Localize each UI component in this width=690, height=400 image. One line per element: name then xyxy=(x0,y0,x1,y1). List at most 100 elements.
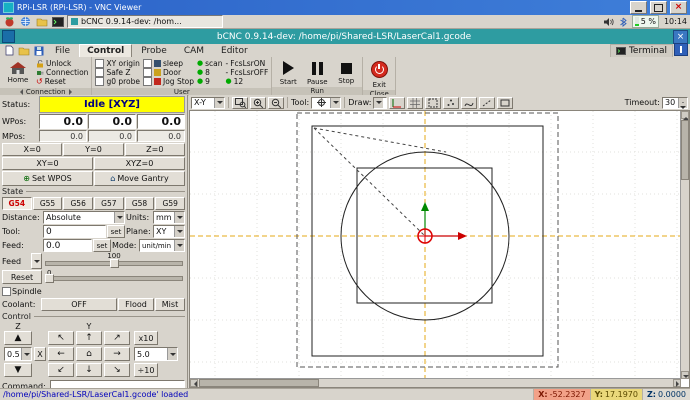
mode-combo[interactable]: unit/min xyxy=(139,239,185,252)
wcs-g59-button[interactable]: G59 xyxy=(155,197,185,210)
spindle-speed-slider[interactable]: 0 xyxy=(43,270,185,284)
scroll-down-button[interactable] xyxy=(681,371,689,379)
open-folder-icon[interactable] xyxy=(17,45,31,56)
jog-y-plus-button[interactable]: ↑ xyxy=(76,331,102,345)
jog-down-left-button[interactable]: ↙ xyxy=(48,363,74,377)
distance-combo[interactable]: Absolute xyxy=(43,211,125,224)
macro-fcslsroff-button[interactable]: -FcsLsrOFF xyxy=(226,68,269,77)
feed-override-dropdown[interactable] xyxy=(31,253,42,269)
bcnc-close-button[interactable]: × xyxy=(673,30,688,44)
wcs-g57-button[interactable]: G57 xyxy=(94,197,124,210)
stop-button[interactable]: Stop xyxy=(333,58,359,86)
toggle-probe-button[interactable] xyxy=(443,97,459,109)
macro-12-button[interactable]: ●12 xyxy=(226,77,269,86)
jog-stop-checkbox[interactable]: Jog Stop xyxy=(143,77,194,86)
taskbar-window-button[interactable]: bCNC 0.9.14-dev: /hom... xyxy=(67,15,223,28)
step-mul10-button[interactable]: x10 xyxy=(134,331,158,345)
pause-button[interactable]: Pause xyxy=(304,58,330,86)
step-div10-button[interactable]: ÷10 xyxy=(134,363,158,377)
macro-fcslsron-button[interactable]: -FcsLsrON xyxy=(226,59,269,68)
zero-xyz-button[interactable]: XYZ=0 xyxy=(94,157,185,170)
reset-button[interactable]: ↺ Reset xyxy=(36,77,88,86)
z-step-combo[interactable]: 0.5 xyxy=(4,347,32,361)
jog-z-up-button[interactable]: ▲ xyxy=(4,331,32,345)
start-button[interactable]: Start xyxy=(275,58,301,86)
toggle-grid-button[interactable] xyxy=(407,97,423,109)
tool-combo[interactable] xyxy=(311,97,341,109)
slider-handle[interactable] xyxy=(45,274,54,283)
jog-home-button[interactable]: ⌂ xyxy=(76,347,102,361)
feed-set-button[interactable]: set xyxy=(93,239,111,252)
jog-up-left-button[interactable]: ↖ xyxy=(48,331,74,345)
mist-button[interactable]: Mist xyxy=(155,298,185,311)
toggle-paths-button[interactable] xyxy=(461,97,477,109)
xy-origin-checkbox[interactable]: XY origin xyxy=(95,59,140,68)
zoom-in-button[interactable] xyxy=(250,97,266,109)
tab-file[interactable]: File xyxy=(47,44,78,57)
wpos-x[interactable]: 0.0 xyxy=(39,114,87,129)
close-button[interactable]: × xyxy=(670,1,687,14)
wpos-z[interactable]: 0.0 xyxy=(137,114,185,129)
jog-down-right-button[interactable]: ↘ xyxy=(104,363,130,377)
plane-combo[interactable]: XY xyxy=(153,225,185,238)
tool-set-button[interactable]: set xyxy=(107,225,125,238)
wpos-y[interactable]: 0.0 xyxy=(88,114,136,129)
jog-x-minus-button[interactable]: ← xyxy=(48,347,74,361)
jog-y-minus-button[interactable]: ↓ xyxy=(76,363,102,377)
safe-z-checkbox[interactable]: Safe Z xyxy=(95,68,140,77)
scroll-right-button[interactable] xyxy=(673,379,681,387)
info-icon[interactable] xyxy=(674,43,688,56)
zero-z-button[interactable]: Z=0 xyxy=(125,143,185,156)
save-icon[interactable] xyxy=(32,45,46,56)
vertical-scrollbar[interactable] xyxy=(680,111,689,379)
tool-entry[interactable]: 0 xyxy=(43,225,106,238)
toggle-workarea-button[interactable] xyxy=(497,97,513,109)
move-gantry-button[interactable]: ⌂ Move Gantry xyxy=(94,171,185,186)
tab-probe[interactable]: Probe xyxy=(133,44,175,57)
units-combo[interactable]: mm xyxy=(153,211,185,224)
macro-8-button[interactable]: ●8 xyxy=(197,68,223,77)
connection-button[interactable]: Connection xyxy=(36,68,88,77)
view-combo[interactable]: X-Y xyxy=(191,97,225,109)
jog-up-right-button[interactable]: ↗ xyxy=(104,331,130,345)
unlock-button[interactable]: Unlock xyxy=(36,59,88,68)
terminal-launcher-icon[interactable] xyxy=(51,16,64,27)
door-checkbox[interactable]: Door xyxy=(143,68,194,77)
coolant-off-button[interactable]: OFF xyxy=(41,298,117,311)
wcs-g58-button[interactable]: G58 xyxy=(125,197,155,210)
feed-override-slider[interactable]: 100 xyxy=(43,253,185,269)
bluetooth-icon[interactable] xyxy=(619,17,627,27)
spindle-reset-button[interactable]: Reset xyxy=(2,270,42,284)
g0-probe-checkbox[interactable]: g0 probe xyxy=(95,77,140,86)
tab-control[interactable]: Control xyxy=(79,44,132,57)
slider-handle[interactable] xyxy=(110,259,119,268)
jog-z-down-button[interactable]: ▼ xyxy=(4,363,32,377)
cpu-monitor[interactable]: 5 % xyxy=(632,15,659,28)
tab-cam[interactable]: CAM xyxy=(176,44,212,57)
spindle-checkbox[interactable] xyxy=(2,287,11,296)
tab-editor[interactable]: Editor xyxy=(213,44,256,57)
maximize-button[interactable] xyxy=(650,1,667,14)
wcs-g56-button[interactable]: G56 xyxy=(63,197,93,210)
zero-xy-button[interactable]: XY=0 xyxy=(2,157,93,170)
minimize-button[interactable] xyxy=(630,1,647,14)
gcode-canvas[interactable] xyxy=(189,110,690,388)
flood-button[interactable]: Flood xyxy=(118,298,154,311)
volume-icon[interactable] xyxy=(603,17,614,27)
sleep-checkbox[interactable]: sleep xyxy=(143,59,194,68)
toggle-rapid-button[interactable] xyxy=(479,97,495,109)
scroll-up-button[interactable] xyxy=(681,111,689,119)
horizontal-scrollbar[interactable] xyxy=(190,378,681,387)
exit-button[interactable]: Exit xyxy=(366,58,392,89)
timeout-spinbox[interactable]: 30 xyxy=(662,97,688,109)
app-menu-icon[interactable] xyxy=(3,16,16,27)
clock[interactable]: 10:14 xyxy=(664,17,687,26)
tab-terminal[interactable]: Terminal xyxy=(610,44,673,57)
x-axis-button[interactable]: X xyxy=(34,347,46,361)
macro-9-button[interactable]: ●9 xyxy=(197,77,223,86)
wcs-g55-button[interactable]: G55 xyxy=(33,197,63,210)
toggle-axes-button[interactable] xyxy=(389,97,405,109)
wcs-g54-button[interactable]: G54 xyxy=(2,197,32,210)
scrollbar-thumb[interactable] xyxy=(199,379,319,387)
scrollbar-thumb[interactable] xyxy=(681,120,689,180)
